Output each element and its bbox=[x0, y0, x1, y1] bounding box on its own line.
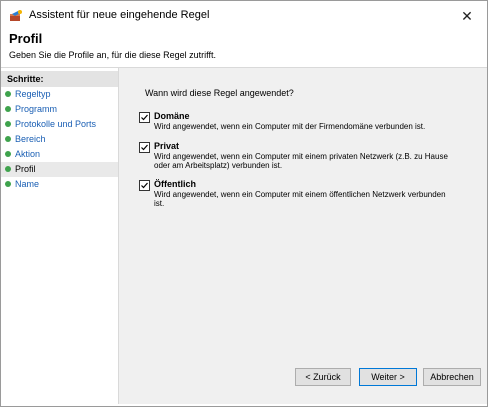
domaene-checkbox[interactable] bbox=[139, 112, 150, 123]
cancel-button[interactable]: Abbrechen bbox=[423, 368, 481, 386]
question-text: Wann wird diese Regel angewendet? bbox=[145, 88, 294, 98]
page-subtitle: Geben Sie die Profile an, für die diese … bbox=[9, 50, 216, 60]
step-label: Profil bbox=[15, 164, 36, 174]
oeffentlich-description: Wird angewendet, wenn ein Computer mit e… bbox=[154, 190, 446, 208]
wizard-window: Assistent für neue eingehende Regel ✕ Pr… bbox=[0, 0, 488, 407]
firewall-icon bbox=[9, 9, 23, 23]
content-panel: Wann wird diese Regel angewendet? Domäne… bbox=[119, 68, 487, 404]
step-label: Protokolle und Ports bbox=[15, 119, 97, 129]
next-button[interactable]: Weiter > bbox=[359, 368, 417, 386]
privat-checkbox[interactable] bbox=[139, 142, 150, 153]
step-name[interactable]: Name bbox=[1, 177, 118, 192]
oeffentlich-checkbox[interactable] bbox=[139, 180, 150, 191]
step-label: Name bbox=[15, 179, 40, 189]
checkmark-icon bbox=[141, 182, 148, 189]
step-dot-icon bbox=[5, 121, 11, 127]
checkmark-icon bbox=[141, 114, 148, 121]
button-bar: < Zurück Weiter > Abbrechen bbox=[119, 368, 487, 388]
step-dot-icon bbox=[5, 166, 11, 172]
checkmark-icon bbox=[141, 144, 148, 151]
step-profil[interactable]: Profil bbox=[1, 162, 118, 177]
window-title: Assistent für neue eingehende Regel bbox=[29, 9, 210, 21]
privat-label[interactable]: Privat bbox=[154, 141, 179, 151]
step-dot-icon bbox=[5, 106, 11, 112]
step-protokolle-und-ports[interactable]: Protokolle und Ports bbox=[1, 117, 118, 132]
title-bar: Assistent für neue eingehende Regel ✕ bbox=[1, 1, 487, 31]
step-regeltyp[interactable]: Regeltyp bbox=[1, 87, 118, 102]
step-label: Aktion bbox=[15, 149, 41, 159]
close-button[interactable]: ✕ bbox=[447, 1, 487, 31]
privat-description: Wird angewendet, wenn ein Computer mit e… bbox=[154, 152, 448, 170]
domaene-description: Wird angewendet, wenn ein Computer mit d… bbox=[154, 122, 426, 131]
step-bereich[interactable]: Bereich bbox=[1, 132, 118, 147]
step-dot-icon bbox=[5, 181, 11, 187]
step-label: Regeltyp bbox=[15, 89, 51, 99]
oeffentlich-label[interactable]: Öffentlich bbox=[154, 179, 196, 189]
back-button[interactable]: < Zurück bbox=[295, 368, 351, 386]
steps-sidebar: Schritte: Regeltyp Programm Protokolle u… bbox=[1, 68, 119, 404]
step-dot-icon bbox=[5, 91, 11, 97]
step-label: Bereich bbox=[15, 134, 46, 144]
step-dot-icon bbox=[5, 151, 11, 157]
steps-heading: Schritte: bbox=[1, 71, 118, 87]
domaene-label[interactable]: Domäne bbox=[154, 111, 190, 121]
page-header: Profil Geben Sie die Profile an, für die… bbox=[1, 31, 487, 68]
step-aktion[interactable]: Aktion bbox=[1, 147, 118, 162]
step-label: Programm bbox=[15, 104, 58, 114]
step-programm[interactable]: Programm bbox=[1, 102, 118, 117]
step-dot-icon bbox=[5, 136, 11, 142]
page-title: Profil bbox=[9, 31, 43, 46]
